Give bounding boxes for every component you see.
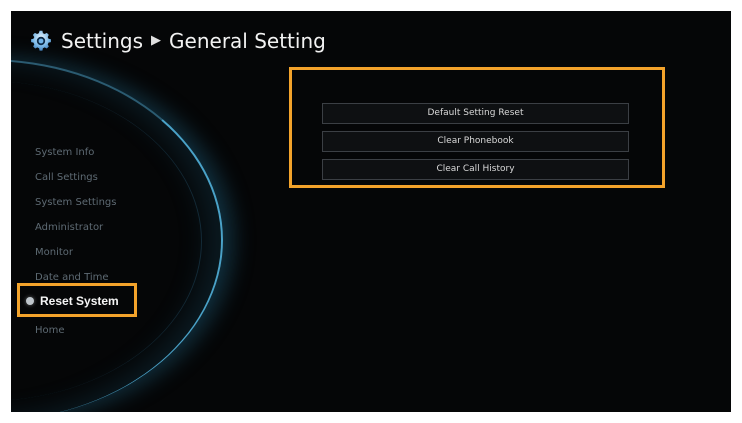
sidebar-item-administrator[interactable]: Administrator xyxy=(35,215,215,240)
sidebar-item-system-info[interactable]: System Info xyxy=(35,140,215,165)
default-setting-reset-button[interactable]: Default Setting Reset xyxy=(322,103,629,124)
triangle-right-icon: ▶ xyxy=(151,33,162,48)
reset-actions-panel: Default Setting Reset Clear Phonebook Cl… xyxy=(289,67,665,188)
clear-phonebook-button[interactable]: Clear Phonebook xyxy=(322,131,629,152)
breadcrumb: Settings ▶ General Setting xyxy=(61,26,326,56)
sidebar-item-monitor[interactable]: Monitor xyxy=(35,240,215,265)
sidebar-item-home[interactable]: Home xyxy=(35,318,215,343)
settings-sidebar: System Info Call Settings System Setting… xyxy=(35,140,215,343)
sidebar-item-label: Reset System xyxy=(40,294,119,308)
breadcrumb-root: Settings xyxy=(61,29,144,53)
sidebar-item-call-settings[interactable]: Call Settings xyxy=(35,165,215,190)
sidebar-item-system-settings[interactable]: System Settings xyxy=(35,190,215,215)
page-title: General Setting xyxy=(169,29,326,53)
selection-bullet-icon xyxy=(26,297,34,305)
gear-icon xyxy=(31,30,51,51)
sidebar-item-date-and-time[interactable]: Date and Time xyxy=(35,265,215,290)
page-header: Settings ▶ General Setting xyxy=(29,26,326,56)
clear-call-history-button[interactable]: Clear Call History xyxy=(322,159,629,180)
settings-screen: Settings ▶ General Setting System Info C… xyxy=(11,11,731,412)
sidebar-item-reset-system[interactable]: Reset System xyxy=(26,290,119,312)
